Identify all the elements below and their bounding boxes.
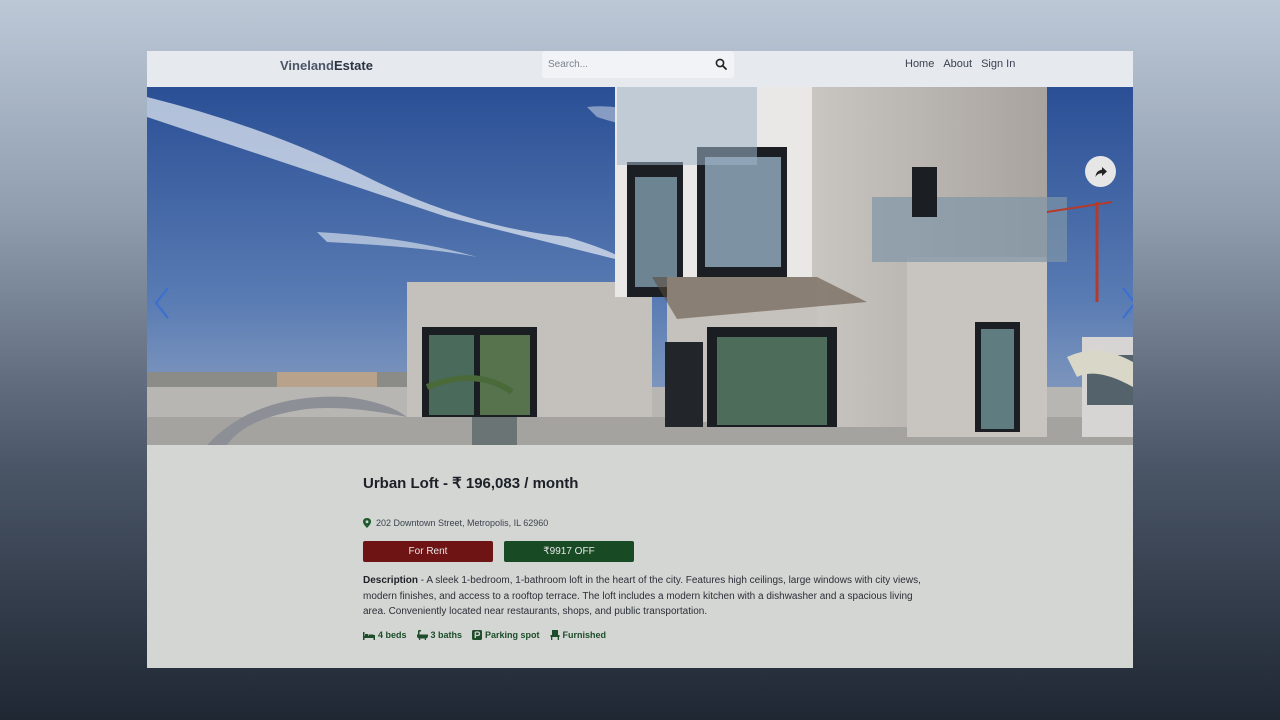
bath-icon [416, 630, 428, 640]
feature-furnished: Furnished [550, 630, 607, 640]
share-button[interactable] [1085, 156, 1116, 187]
feature-parking: Parking spot [472, 630, 540, 640]
baths-text: 3 baths [430, 630, 463, 640]
listing-address: 202 Downtown Street, Metropolis, IL 6296… [363, 518, 548, 528]
chair-icon [550, 630, 560, 640]
address-text: 202 Downtown Street, Metropolis, IL 6296… [376, 518, 549, 528]
brand-name-part2: Estate [333, 58, 373, 73]
search-form [542, 51, 734, 78]
listing-photo [147, 87, 1133, 445]
listing-features: 4 beds 3 baths Parking spot Furnished [363, 630, 606, 640]
status-badge: For Rent [363, 541, 493, 562]
carousel-next-icon[interactable] [1120, 286, 1133, 320]
description-text: - A sleek 1-bedroom, 1-bathroom loft in … [363, 575, 921, 617]
nav-link-sign-in[interactable]: Sign In [981, 58, 1015, 70]
carousel-prev-icon[interactable] [153, 286, 171, 320]
share-icon [1095, 166, 1107, 177]
navbar: VinelandEstate Home About Sign In [147, 51, 1133, 87]
feature-baths: 3 baths [416, 630, 463, 640]
brand-name-part1: Vineland [280, 58, 334, 73]
parking-text: Parking spot [485, 630, 540, 640]
discount-badge: ₹9917 OFF [504, 541, 634, 562]
listing-description: Description - A sleek 1-bedroom, 1-bathr… [363, 573, 923, 620]
search-input[interactable] [548, 56, 708, 73]
description-label: Description [363, 575, 419, 586]
nav-links: Home About Sign In [905, 58, 1015, 70]
listing-image-carousel [147, 87, 1133, 445]
feature-beds: 4 beds [363, 630, 407, 640]
parking-icon [472, 630, 483, 640]
nav-link-home[interactable]: Home [905, 58, 934, 70]
brand-logo[interactable]: VinelandEstate [280, 58, 373, 73]
listing-page: VinelandEstate Home About Sign In [147, 51, 1133, 668]
furnished-text: Furnished [562, 630, 607, 640]
bed-icon [363, 631, 375, 640]
beds-text: 4 beds [378, 630, 407, 640]
nav-link-about[interactable]: About [943, 58, 972, 70]
search-icon[interactable] [715, 58, 727, 70]
map-pin-icon [363, 518, 371, 528]
listing-title: Urban Loft - ₹ 196,083 / month [363, 475, 579, 492]
